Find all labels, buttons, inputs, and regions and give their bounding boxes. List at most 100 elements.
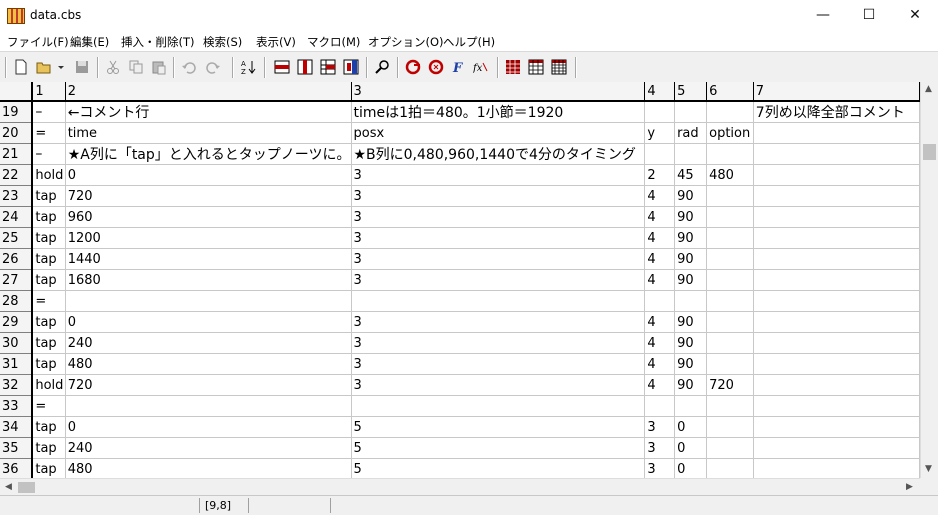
search-icon[interactable] — [374, 59, 390, 75]
cell[interactable]: 480 — [65, 458, 352, 478]
row-header[interactable]: 35 — [0, 437, 34, 459]
cell[interactable]: 3 — [351, 206, 646, 228]
cell[interactable] — [706, 332, 754, 354]
cell[interactable]: timeは1拍＝480。1小節＝1920 — [351, 101, 646, 123]
cell[interactable]: ★B列に0,480,960,1440で4分のタイミング — [351, 143, 646, 165]
cell[interactable]: 240 — [65, 437, 352, 459]
scroll-left-icon[interactable]: ◀ — [5, 482, 12, 492]
cell[interactable] — [644, 395, 676, 417]
cell[interactable] — [706, 395, 754, 417]
cell[interactable]: tap — [32, 248, 66, 270]
cell[interactable]: y — [644, 122, 676, 144]
row-header[interactable]: 28 — [0, 290, 34, 312]
cell[interactable]: 4 — [644, 374, 676, 396]
row-header[interactable]: 36 — [0, 458, 34, 478]
cell[interactable]: 0 — [674, 437, 708, 459]
insert-column-icon[interactable] — [297, 59, 313, 75]
cell[interactable] — [753, 353, 920, 375]
cell[interactable]: hold — [32, 374, 66, 396]
cell[interactable]: 4 — [644, 185, 676, 207]
cell[interactable]: rad — [674, 122, 708, 144]
cell[interactable]: 3 — [351, 374, 646, 396]
cell[interactable]: 4 — [644, 248, 676, 270]
cell[interactable]: 1200 — [65, 227, 352, 249]
row-header[interactable]: 34 — [0, 416, 34, 438]
cell[interactable] — [706, 458, 754, 478]
cell[interactable]: 90 — [674, 185, 708, 207]
row-header[interactable]: 22 — [0, 164, 34, 186]
cell[interactable]: 90 — [674, 206, 708, 228]
cell[interactable] — [706, 206, 754, 228]
column-header[interactable]: 4 — [644, 82, 676, 102]
cell[interactable]: 90 — [674, 311, 708, 333]
row-header[interactable]: 30 — [0, 332, 34, 354]
row-header[interactable]: 33 — [0, 395, 34, 417]
cell[interactable]: 0 — [65, 416, 352, 438]
cell[interactable]: 4 — [644, 206, 676, 228]
cell[interactable]: 4 — [644, 311, 676, 333]
cell[interactable]: time — [65, 122, 352, 144]
cell[interactable]: 90 — [674, 353, 708, 375]
cell[interactable]: = — [32, 122, 66, 144]
cell[interactable] — [753, 227, 920, 249]
cell[interactable] — [351, 290, 646, 312]
undo-icon[interactable] — [181, 59, 197, 75]
cut-icon[interactable] — [105, 59, 121, 75]
delete-column-icon[interactable] — [343, 59, 359, 75]
cell[interactable]: – — [32, 101, 66, 123]
cell[interactable]: 960 — [65, 206, 352, 228]
cell[interactable] — [753, 395, 920, 417]
cell[interactable] — [674, 395, 708, 417]
row-header[interactable]: 32 — [0, 374, 34, 396]
open-folder-icon[interactable] — [36, 59, 52, 75]
column-header[interactable]: 3 — [351, 82, 646, 102]
cell[interactable] — [674, 143, 708, 165]
spreadsheet-grid[interactable]: 1 2 3 4 5 6 7 19– ←コメント行 timeは1拍＝480。1小節＝1… — [0, 82, 920, 478]
cell[interactable]: tap — [32, 206, 66, 228]
cell[interactable] — [753, 311, 920, 333]
cell[interactable] — [753, 437, 920, 459]
grid-icon[interactable] — [528, 59, 544, 75]
cell[interactable]: 4 — [644, 227, 676, 249]
cell[interactable] — [706, 311, 754, 333]
cell[interactable] — [706, 437, 754, 459]
cell[interactable]: 3 — [351, 185, 646, 207]
cell[interactable] — [706, 143, 754, 165]
cell[interactable]: 90 — [674, 269, 708, 291]
row-header[interactable]: 27 — [0, 269, 34, 291]
cell[interactable] — [706, 248, 754, 270]
column-header[interactable]: 5 — [674, 82, 708, 102]
corner-cell[interactable] — [0, 82, 34, 102]
cell[interactable] — [753, 248, 920, 270]
cell[interactable] — [753, 269, 920, 291]
menu-file[interactable]: ファイル(F) — [7, 34, 69, 50]
save-icon[interactable] — [74, 59, 90, 75]
horizontal-scrollbar[interactable]: ◀ ▶ — [0, 478, 920, 496]
cell[interactable]: 3 — [351, 311, 646, 333]
cell[interactable]: 3 — [351, 164, 646, 186]
cell[interactable]: 1440 — [65, 248, 352, 270]
cell[interactable]: 90 — [674, 332, 708, 354]
cell[interactable]: tap — [32, 332, 66, 354]
row-header[interactable]: 19 — [0, 101, 34, 123]
cell[interactable]: 90 — [674, 374, 708, 396]
replace-icon[interactable] — [428, 59, 444, 75]
cell[interactable] — [706, 416, 754, 438]
table-icon[interactable] — [551, 59, 567, 75]
column-header[interactable]: 2 — [65, 82, 352, 102]
scroll-right-icon[interactable]: ▶ — [906, 482, 913, 492]
vertical-scrollbar[interactable]: ▲ ▼ — [920, 82, 938, 478]
cell[interactable]: 240 — [65, 332, 352, 354]
cell[interactable]: option — [706, 122, 754, 144]
cell[interactable] — [351, 395, 646, 417]
cell[interactable] — [644, 143, 676, 165]
cell[interactable]: 4 — [644, 269, 676, 291]
cell[interactable] — [753, 290, 920, 312]
redo-icon[interactable] — [205, 59, 221, 75]
column-header[interactable]: 7 — [753, 82, 920, 102]
cell[interactable]: – — [32, 143, 66, 165]
grid-red-icon[interactable] — [505, 59, 521, 75]
cell[interactable]: 1680 — [65, 269, 352, 291]
cell[interactable]: = — [32, 395, 66, 417]
cell[interactable] — [706, 269, 754, 291]
